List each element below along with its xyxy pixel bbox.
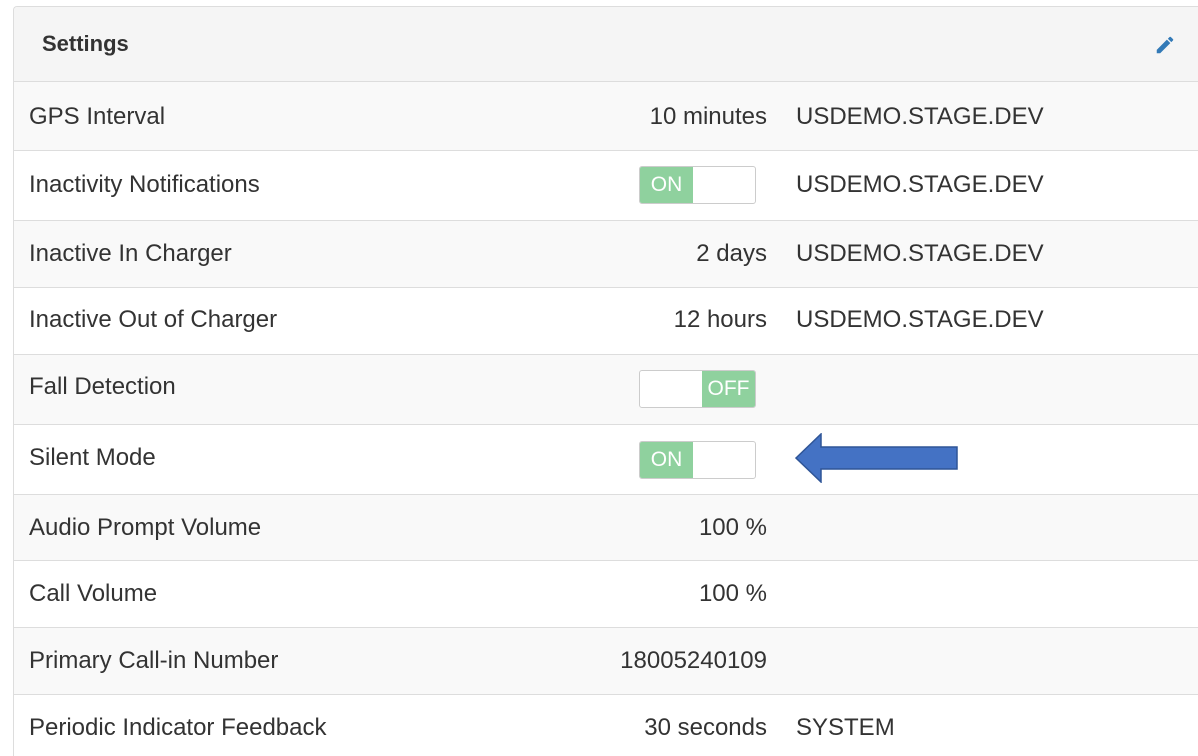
- setting-value: 2 days: [696, 240, 767, 267]
- table-row: Fall Detection OFF: [14, 354, 1198, 424]
- setting-value: 10 minutes: [649, 103, 767, 130]
- setting-source: USDEMO.STAGE.DEV: [796, 103, 1044, 130]
- setting-source: USDEMO.STAGE.DEV: [796, 306, 1044, 333]
- fall-detection-toggle[interactable]: OFF: [639, 370, 756, 408]
- inactivity-notifications-toggle[interactable]: ON: [639, 166, 756, 204]
- setting-label: Inactive Out of Charger: [29, 306, 278, 333]
- setting-value: 100 %: [698, 514, 767, 541]
- toggle-on-label: ON: [640, 442, 693, 478]
- setting-label: Primary Call-in Number: [29, 647, 279, 674]
- setting-label: Periodic Indicator Feedback: [29, 714, 327, 741]
- setting-value: 18005240109: [620, 647, 767, 674]
- setting-label: Fall Detection: [29, 373, 176, 400]
- pencil-icon[interactable]: [1154, 34, 1176, 56]
- setting-label: Audio Prompt Volume: [29, 514, 262, 541]
- setting-source: USDEMO.STAGE.DEV: [796, 171, 1044, 198]
- table-row: Silent Mode ON: [14, 424, 1198, 494]
- setting-label: Inactive In Charger: [29, 240, 232, 267]
- toggle-off-label: OFF: [702, 371, 755, 407]
- setting-value: 30 seconds: [644, 714, 767, 741]
- toggle-on-label: ON: [640, 167, 693, 203]
- table-row: Call Volume 100 %: [14, 560, 1198, 627]
- panel-header: Settings: [14, 7, 1198, 82]
- panel-title: Settings: [42, 31, 129, 56]
- setting-label: Call Volume: [29, 580, 158, 607]
- left-arrow-icon: [795, 433, 958, 483]
- table-row: Inactive In Charger 2 days USDEMO.STAGE.…: [14, 220, 1198, 287]
- setting-label: GPS Interval: [29, 103, 166, 130]
- silent-mode-toggle[interactable]: ON: [639, 441, 756, 479]
- table-row: Audio Prompt Volume 100 %: [14, 494, 1198, 560]
- table-row: Inactivity Notifications ON USDEMO.STAGE…: [14, 150, 1198, 220]
- setting-value: 100 %: [698, 580, 767, 607]
- setting-source: USDEMO.STAGE.DEV: [796, 240, 1044, 267]
- table-row: Inactive Out of Charger 12 hours USDEMO.…: [14, 287, 1198, 354]
- table-row: GPS Interval 10 minutes USDEMO.STAGE.DEV: [14, 81, 1198, 150]
- table-row: Primary Call-in Number 18005240109: [14, 627, 1198, 694]
- settings-panel: Settings GPS Interval 10 minutes USDEMO.…: [13, 6, 1198, 756]
- table-row: Periodic Indicator Feedback 30 seconds S…: [14, 694, 1198, 756]
- setting-value: 12 hours: [673, 306, 767, 333]
- setting-label: Silent Mode: [29, 444, 156, 471]
- setting-source: SYSTEM: [796, 714, 895, 741]
- setting-label: Inactivity Notifications: [29, 171, 260, 198]
